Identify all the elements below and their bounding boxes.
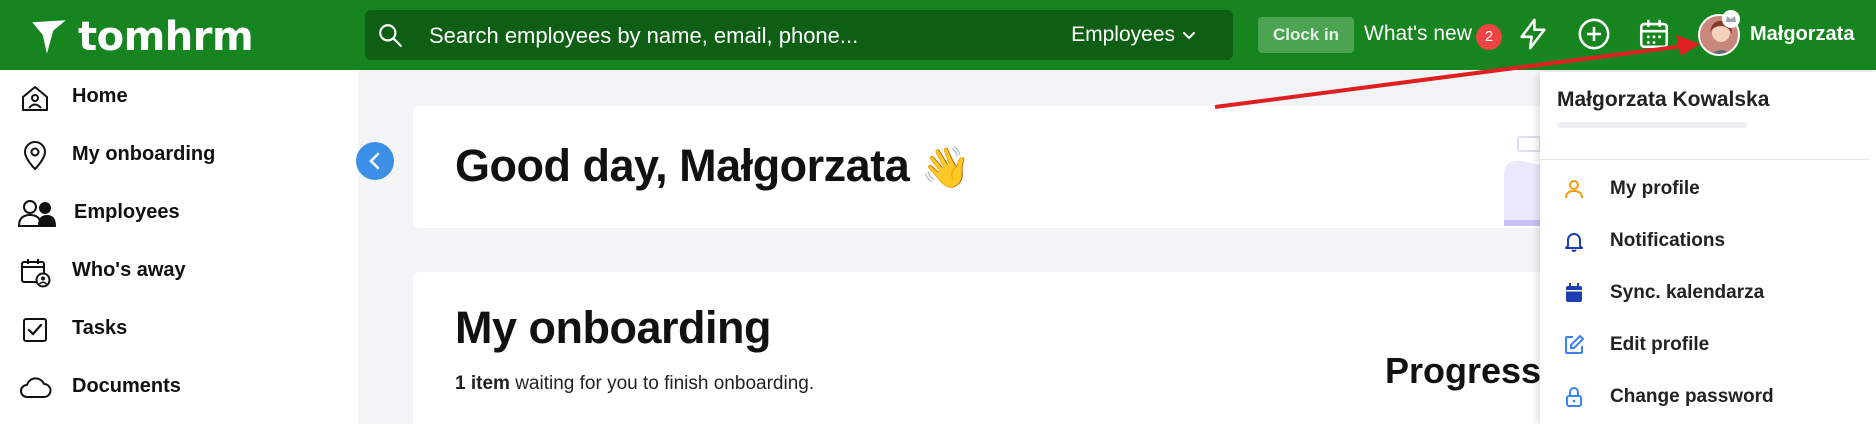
chevron-left-icon xyxy=(369,152,380,170)
clock-in-button[interactable]: Clock in xyxy=(1258,17,1354,53)
plus-circle-icon[interactable] xyxy=(1577,17,1611,51)
logo-icon xyxy=(32,20,66,54)
menu-item-change-password[interactable]: Change password xyxy=(1540,371,1870,423)
sidebar-item-home[interactable]: Home xyxy=(0,70,358,124)
search-scope-label: Employees xyxy=(1071,23,1175,46)
sidebar-item-label: Tasks xyxy=(72,317,128,339)
menu-item-label: My profile xyxy=(1610,178,1700,199)
calendar-icon[interactable] xyxy=(1637,17,1671,51)
whats-new-badge: 2 xyxy=(1476,24,1502,50)
user-menu-header: Małgorzata Kowalska xyxy=(1540,72,1870,160)
search-scope-select[interactable]: Employees xyxy=(1053,10,1233,60)
menu-item-sync-calendar[interactable]: Sync. kalendarza xyxy=(1540,267,1870,319)
sidebar-item-label: Documents xyxy=(72,375,181,397)
checkbox-icon xyxy=(23,318,47,342)
cloud-icon xyxy=(20,377,52,398)
app-logo[interactable]: tomhrm xyxy=(28,14,254,60)
sidebar-item-tasks[interactable]: Tasks xyxy=(0,302,358,356)
search-input[interactable]: Search employees by name, email, phone..… xyxy=(429,23,858,49)
onboarding-count: 1 item xyxy=(455,373,510,394)
map-pin-icon xyxy=(23,141,47,171)
decorative-illustration xyxy=(1504,136,1542,226)
sidebar-item-employees[interactable]: Employees xyxy=(0,186,358,240)
greeting-text: Good day, Małgorzata xyxy=(455,140,910,191)
onboarding-title: My onboarding xyxy=(455,302,771,353)
user-email-redacted xyxy=(1557,122,1747,128)
calendar-icon xyxy=(1566,283,1582,302)
search-icon xyxy=(379,24,402,47)
sidebar: Home My onboarding Employees Who's away xyxy=(0,70,358,424)
whats-new-link[interactable]: What's new xyxy=(1364,22,1472,46)
calendar-user-icon xyxy=(21,259,51,288)
sidebar-item-label: Home xyxy=(72,85,128,107)
search-bar[interactable]: Search employees by name, email, phone..… xyxy=(365,10,1233,60)
menu-item-label: Notifications xyxy=(1610,230,1726,251)
bell-icon xyxy=(1565,233,1583,252)
greeting-heading: Good day, Małgorzata 👋 xyxy=(455,140,971,192)
sidebar-item-label: Who's away xyxy=(72,259,186,281)
user-icon xyxy=(1565,180,1583,199)
menu-item-notifications[interactable]: Notifications xyxy=(1540,215,1870,267)
sidebar-item-label: My onboarding xyxy=(72,143,216,165)
logo-text: tomhrm xyxy=(78,14,254,60)
menu-item-label: Sync. kalendarza xyxy=(1610,282,1765,303)
progress-heading: Progress xyxy=(1385,350,1542,391)
top-bar: tomhrm Search employees by name, email, … xyxy=(0,0,1876,70)
home-icon xyxy=(22,86,48,111)
edit-icon xyxy=(1565,335,1584,354)
sidebar-item-documents[interactable]: Documents xyxy=(0,360,358,414)
menu-item-label: Change password xyxy=(1610,386,1774,407)
menu-item-edit-profile[interactable]: Edit profile xyxy=(1540,319,1870,371)
menu-item-label: Edit profile xyxy=(1610,334,1710,355)
sidebar-item-label: Employees xyxy=(74,201,180,223)
users-icon xyxy=(17,200,57,227)
onboarding-summary: 1 item waiting for you to finish onboard… xyxy=(455,373,814,395)
lightning-icon[interactable] xyxy=(1516,17,1550,51)
user-full-name: Małgorzata Kowalska xyxy=(1557,88,1770,111)
menu-item-my-profile[interactable]: My profile xyxy=(1540,163,1870,215)
onboarding-summary-text: waiting for you to finish onboarding. xyxy=(509,373,815,394)
lock-icon xyxy=(1566,387,1582,407)
admin-crown-icon xyxy=(1722,10,1740,28)
user-dropdown-menu: Małgorzata Kowalska My profile Notificat… xyxy=(1540,72,1876,424)
collapse-sidebar-button[interactable] xyxy=(356,142,394,180)
sidebar-item-my-onboarding[interactable]: My onboarding xyxy=(0,128,358,182)
sidebar-item-whos-away[interactable]: Who's away xyxy=(0,244,358,298)
user-menu-trigger[interactable]: Małgorzata xyxy=(1750,23,1854,46)
chevron-down-icon xyxy=(1183,32,1195,40)
waving-hand-emoji: 👋 xyxy=(921,146,971,190)
